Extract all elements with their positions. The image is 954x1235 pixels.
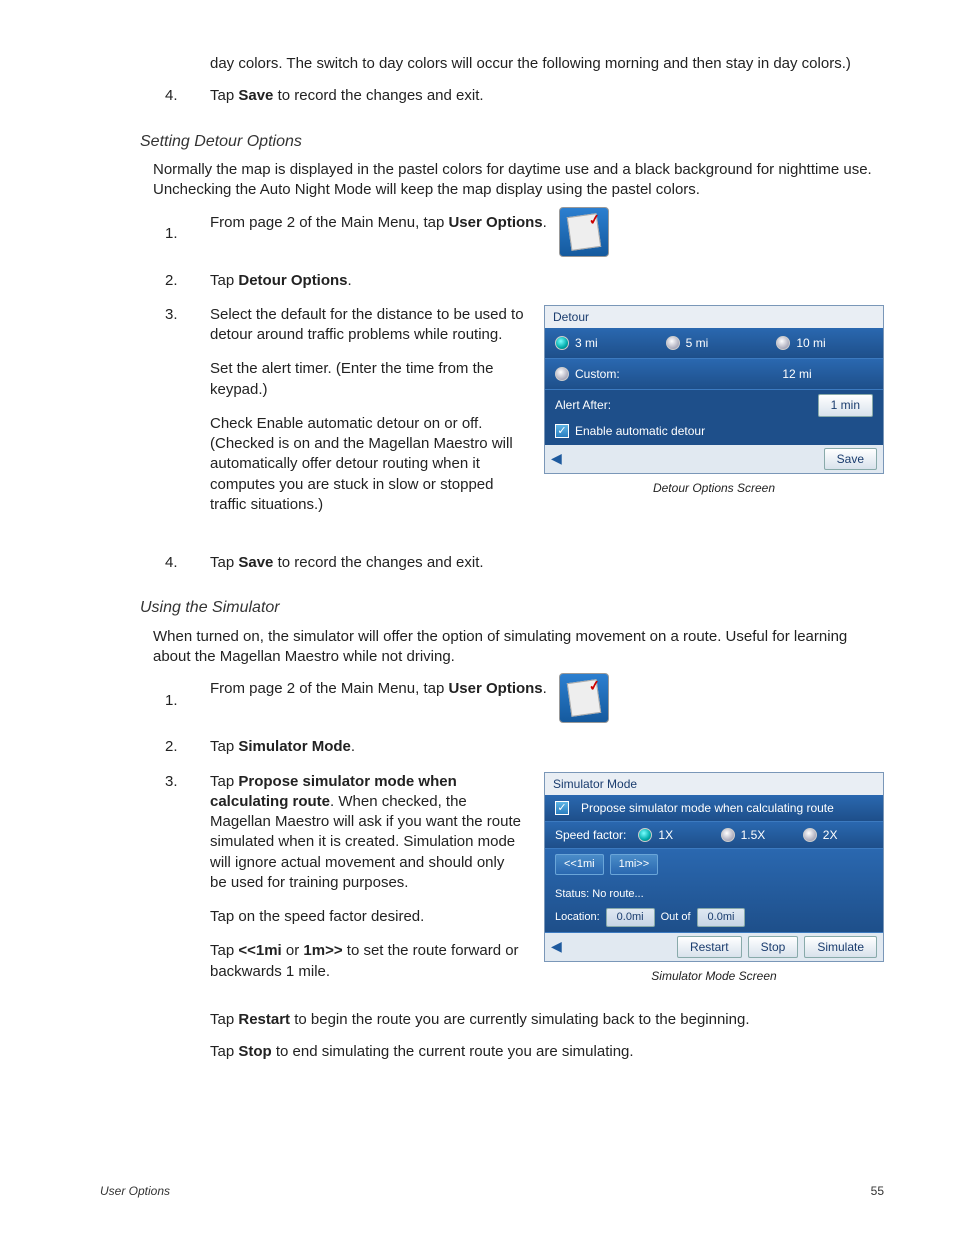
radio-icon	[555, 367, 569, 381]
user-options-icon	[559, 207, 609, 257]
detour-screenshot: Detour 3 mi 5 mi 10 mi Custom: 12 mi Ale…	[544, 305, 884, 474]
page-footer: User Options 55	[100, 1183, 884, 1199]
nav-buttons-row: <<1mi 1mi>> Status: No route... Location…	[545, 849, 883, 933]
detour-distance-row: 3 mi 5 mi 10 mi	[545, 328, 883, 359]
simulate-button[interactable]: Simulate	[804, 936, 877, 958]
speed-factor-row: Speed factor: 1X 1.5X 2X	[545, 822, 883, 849]
continuation-paragraph: day colors. The switch to day colors wil…	[210, 54, 884, 74]
step-number: 4.	[165, 553, 210, 573]
speed-1x-option[interactable]: 1X	[638, 827, 708, 843]
speed-2x-option[interactable]: 2X	[803, 827, 873, 843]
detour-step-3: 3. Select the default for the distance t…	[165, 305, 524, 529]
alert-value-button[interactable]: 1 min	[818, 394, 873, 416]
step-number: 4.	[165, 86, 210, 106]
location-label: Location:	[555, 910, 600, 925]
detour-custom-value[interactable]: 12 mi	[721, 366, 873, 382]
save-button[interactable]: Save	[824, 448, 877, 470]
restart-button[interactable]: Restart	[677, 936, 742, 958]
page-number: 55	[871, 1183, 884, 1199]
sim-step-1: 1. From page 2 of the Main Menu, tap Use…	[165, 679, 884, 723]
back-1mi-button[interactable]: <<1mi	[555, 854, 604, 875]
back-arrow-icon[interactable]: ◀	[551, 937, 562, 956]
radio-icon	[776, 336, 790, 350]
sim-step-3-restart: Tap Restart to begin the route you are c…	[210, 1010, 884, 1030]
detour-bottom-bar: ◀ Save	[545, 445, 883, 473]
radio-icon	[721, 828, 735, 842]
detour-custom-option[interactable]: Custom:	[555, 366, 707, 382]
step-number: 1.	[165, 691, 210, 711]
footer-section: User Options	[100, 1183, 170, 1199]
detour-step-2: 2. Tap Detour Options.	[165, 271, 884, 291]
checkbox-icon: ✓	[555, 424, 569, 438]
radio-icon	[803, 828, 817, 842]
sim-step-3: 3. Tap Propose simulator mode when calcu…	[165, 772, 524, 996]
simulator-body: When turned on, the simulator will offer…	[153, 627, 884, 668]
detour-3mi-option[interactable]: 3 mi	[555, 335, 652, 351]
enable-auto-detour-row[interactable]: ✓ Enable automatic detour	[545, 421, 883, 445]
step-number: 2.	[165, 271, 210, 291]
simulator-screenshot-container: Simulator Mode ✓ Propose simulator mode …	[544, 772, 884, 984]
detour-step-4: 4. Tap Save to record the changes and ex…	[165, 553, 884, 573]
detour-screenshot-container: Detour 3 mi 5 mi 10 mi Custom: 12 mi Ale…	[544, 305, 884, 496]
step-number: 1.	[165, 224, 210, 244]
radio-icon	[638, 828, 652, 842]
sim-bottom-bar: ◀ Restart Stop Simulate	[545, 933, 883, 961]
fwd-1mi-button[interactable]: 1mi>>	[610, 854, 659, 875]
user-options-icon	[559, 673, 609, 723]
status-label: Status: No route...	[555, 887, 873, 902]
step-number: 3.	[165, 305, 210, 325]
step-number: 2.	[165, 737, 210, 757]
propose-row[interactable]: ✓ Propose simulator mode when calculatin…	[545, 795, 883, 822]
speed-1.5x-option[interactable]: 1.5X	[721, 827, 791, 843]
location-value-2: 0.0mi	[697, 908, 746, 927]
detour-window-title: Detour	[545, 306, 883, 328]
checkbox-icon: ✓	[555, 801, 569, 815]
radio-icon	[555, 336, 569, 350]
back-arrow-icon[interactable]: ◀	[551, 449, 562, 468]
detour-10mi-option[interactable]: 10 mi	[776, 335, 873, 351]
stop-button[interactable]: Stop	[748, 936, 799, 958]
prior-step-4: 4. Tap Save to record the changes and ex…	[165, 86, 884, 106]
detour-caption: Detour Options Screen	[544, 480, 884, 496]
simulator-screenshot: Simulator Mode ✓ Propose simulator mode …	[544, 772, 884, 962]
detour-5mi-option[interactable]: 5 mi	[666, 335, 763, 351]
step-number: 3.	[165, 772, 210, 792]
location-value-1: 0.0mi	[606, 908, 655, 927]
section-title-detour: Setting Detour Options	[140, 131, 884, 153]
sim-step-2: 2. Tap Simulator Mode.	[165, 737, 884, 757]
sim-caption: Simulator Mode Screen	[544, 968, 884, 984]
alert-after-row: Alert After: 1 min	[545, 390, 883, 420]
alert-label: Alert After:	[555, 397, 611, 413]
detour-step-1: 1. From page 2 of the Main Menu, tap Use…	[165, 213, 884, 257]
detour-custom-row: Custom: 12 mi	[545, 359, 883, 390]
detour-body: Normally the map is displayed in the pas…	[153, 160, 884, 201]
radio-icon	[666, 336, 680, 350]
sim-window-title: Simulator Mode	[545, 773, 883, 795]
sim-step-3-stop: Tap Stop to end simulating the current r…	[210, 1042, 884, 1062]
section-title-simulator: Using the Simulator	[140, 597, 884, 619]
